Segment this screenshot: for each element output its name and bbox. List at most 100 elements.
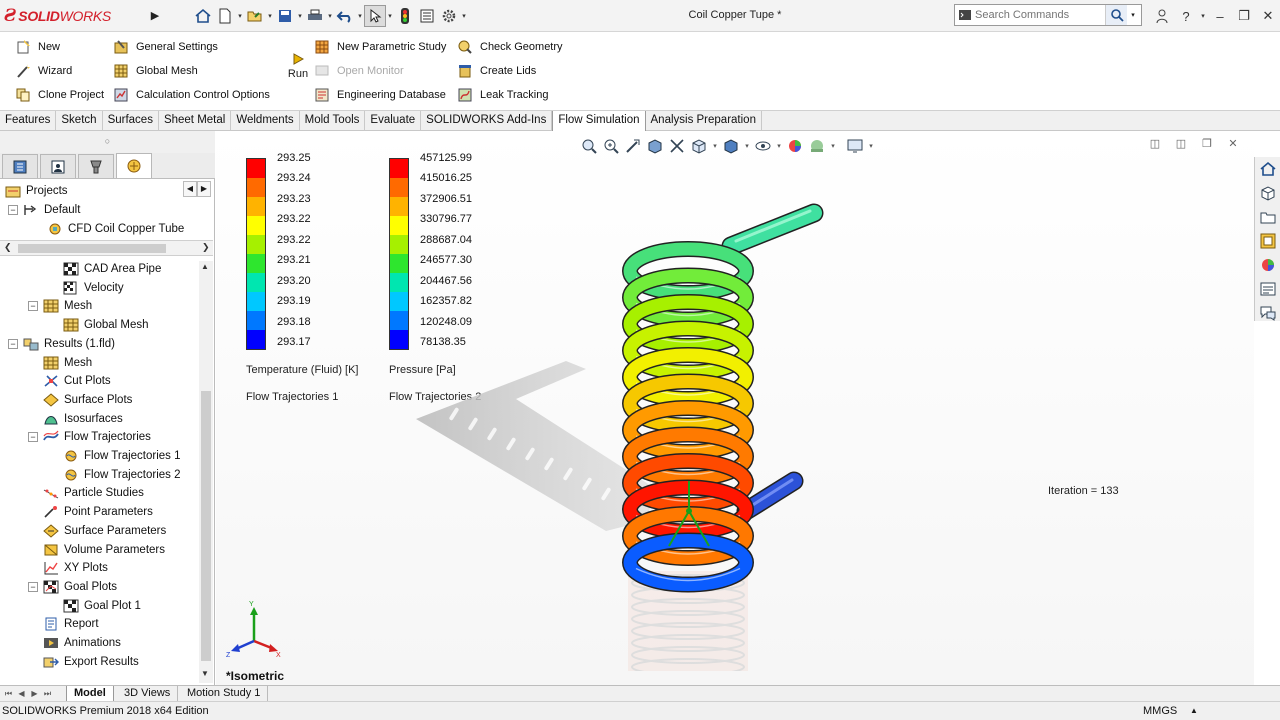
- graphics-area[interactable]: ▾ ▾ ▾ ▾ ▾ ◫ ◫ ❐ ✕ 293.25 293.24 293.23 293.…: [216, 131, 1254, 685]
- tree-expander-icon[interactable]: −: [28, 581, 38, 592]
- tree-item-xy-plots[interactable]: XY Plots: [42, 559, 108, 577]
- select-dropdown-icon[interactable]: ▾: [386, 12, 394, 20]
- new-parametric-study-button[interactable]: New Parametric Study: [313, 37, 446, 57]
- zoom-to-area-icon[interactable]: [600, 135, 622, 157]
- file-properties-icon[interactable]: [416, 5, 438, 27]
- print-icon[interactable]: [304, 5, 326, 27]
- apply-scene-icon[interactable]: [806, 135, 828, 157]
- tab-flow-simulation[interactable]: Flow Simulation: [552, 111, 646, 131]
- close-icon[interactable]: ✕: [1256, 5, 1280, 27]
- undo-icon[interactable]: [334, 5, 356, 27]
- scroll-left-icon[interactable]: ❮: [4, 242, 12, 253]
- traffic-light-icon[interactable]: [394, 5, 416, 27]
- scroll-right-icon[interactable]: ❯: [202, 242, 210, 253]
- pane-grip-icon[interactable]: ○: [0, 131, 215, 153]
- pane-scroll-right-icon[interactable]: ▶: [197, 181, 211, 197]
- tree-item-surface-parameters[interactable]: Surface Parameters: [42, 522, 166, 540]
- hide-show-dropdown-icon[interactable]: ▾: [774, 142, 784, 150]
- tab-sheet-metal[interactable]: Sheet Metal: [159, 111, 232, 131]
- tab-analysis-preparation[interactable]: Analysis Preparation: [646, 111, 762, 131]
- tree-expander-icon[interactable]: −: [8, 338, 18, 349]
- configuration-manager-tab-icon[interactable]: [78, 154, 114, 178]
- viewport-close-icon[interactable]: ✕: [1220, 135, 1246, 151]
- tree-item-volume-parameters[interactable]: Volume Parameters: [42, 541, 165, 559]
- property-manager-tab-icon[interactable]: [40, 154, 76, 178]
- custom-properties-icon[interactable]: [1256, 278, 1280, 300]
- feature-manager-tab-icon[interactable]: [2, 154, 38, 178]
- appearances-icon[interactable]: [1256, 254, 1280, 276]
- tree-item-goal-plot-1[interactable]: Goal Plot 1: [62, 597, 141, 615]
- forum-icon[interactable]: [1256, 302, 1280, 324]
- display-style-dropdown-icon[interactable]: ▾: [742, 142, 752, 150]
- search-input[interactable]: [975, 9, 1105, 21]
- tree-item-global-mesh[interactable]: Global Mesh: [62, 316, 149, 334]
- flow-simulation-tab-icon[interactable]: [116, 153, 152, 178]
- tree-item-flow-trajectories-1[interactable]: Flow Trajectories 1: [62, 447, 181, 465]
- view-orientation-icon[interactable]: [688, 135, 710, 157]
- minimize-icon[interactable]: –: [1208, 5, 1232, 27]
- unit-system-dropdown-icon[interactable]: ▲: [1190, 706, 1198, 715]
- vertical-scroll-thumb[interactable]: [201, 391, 211, 661]
- home-icon[interactable]: [192, 5, 214, 27]
- tab-surfaces[interactable]: Surfaces: [103, 111, 159, 131]
- hide-show-items-icon[interactable]: [752, 135, 774, 157]
- tab-weldments[interactable]: Weldments: [231, 111, 300, 131]
- horizontal-scroll-thumb[interactable]: [18, 244, 166, 253]
- tab-model[interactable]: Model: [66, 686, 114, 701]
- tree-item-report[interactable]: Report: [42, 615, 99, 633]
- view-settings-dropdown-icon[interactable]: ▾: [866, 142, 876, 150]
- prev-tab-icon[interactable]: ◀: [15, 687, 28, 700]
- tree-item-export-results[interactable]: Export Results: [42, 653, 139, 671]
- tree-expander-icon[interactable]: −: [28, 301, 38, 312]
- file-explorer-icon[interactable]: [1256, 206, 1280, 228]
- tree-item-point-parameters[interactable]: Point Parameters: [42, 503, 153, 521]
- edit-appearance-icon[interactable]: [784, 135, 806, 157]
- display-style-icon[interactable]: [720, 135, 742, 157]
- global-mesh-button[interactable]: Global Mesh: [112, 61, 198, 81]
- view-orientation-dropdown-icon[interactable]: ▾: [710, 142, 720, 150]
- restore-icon[interactable]: ❐: [1232, 5, 1256, 27]
- temperature-legend-subtitle[interactable]: Flow Trajectories 1: [246, 391, 338, 403]
- scroll-down-icon[interactable]: ▼: [201, 669, 209, 678]
- options-gear-icon[interactable]: [438, 5, 460, 27]
- tab-sketch[interactable]: Sketch: [56, 111, 103, 131]
- next-tab-icon[interactable]: ▶: [28, 687, 41, 700]
- run-button[interactable]: Run: [283, 45, 313, 81]
- coil-model-view[interactable]: [396, 191, 836, 671]
- open-icon[interactable]: [244, 5, 266, 27]
- new-project-button[interactable]: New: [14, 37, 60, 57]
- tree-item-flow-trajectories[interactable]: − Flow Trajectories: [28, 428, 151, 446]
- viewport-restore-icon[interactable]: ❐: [1194, 135, 1220, 151]
- calc-control-button[interactable]: Calculation Control Options: [112, 85, 270, 105]
- tab-evaluate[interactable]: Evaluate: [365, 111, 422, 131]
- tree-expander-icon[interactable]: −: [28, 432, 38, 443]
- tab-mold-tools[interactable]: Mold Tools: [300, 111, 366, 131]
- previous-view-icon[interactable]: [622, 135, 644, 157]
- tree-item-default[interactable]: − Default: [8, 201, 80, 219]
- zoom-to-fit-icon[interactable]: [578, 135, 600, 157]
- solidworks-resources-icon[interactable]: [1256, 158, 1280, 180]
- search-dropdown-icon[interactable]: ▾: [1127, 11, 1139, 19]
- tree-item-mesh[interactable]: − Mesh: [28, 297, 92, 315]
- tree-item-cfd-project[interactable]: CFD Coil Copper Tube: [46, 220, 184, 238]
- tab-motion-study-1[interactable]: Motion Study 1: [180, 686, 269, 701]
- tab-features[interactable]: Features: [0, 111, 57, 131]
- section-view-icon[interactable]: [644, 135, 666, 157]
- check-geometry-button[interactable]: Check Geometry: [456, 37, 563, 57]
- new-dropdown-icon[interactable]: ▾: [236, 12, 244, 20]
- print-dropdown-icon[interactable]: ▾: [326, 12, 334, 20]
- search-icon[interactable]: [1105, 5, 1127, 25]
- undo-dropdown-icon[interactable]: ▾: [356, 12, 364, 20]
- scroll-up-icon[interactable]: ▲: [201, 262, 209, 271]
- tab-addins[interactable]: SOLIDWORKS Add-Ins: [421, 111, 553, 131]
- tree-item-cad-area-pipe[interactable]: CAD Area Pipe: [62, 260, 161, 278]
- options-dropdown-icon[interactable]: ▾: [460, 12, 468, 20]
- tree-item-flow-trajectories-2[interactable]: Flow Trajectories 2: [62, 466, 181, 484]
- pane-scroll-left-icon[interactable]: ◀: [183, 181, 197, 197]
- menu-expand-arrow-icon[interactable]: ▶: [148, 7, 162, 25]
- last-tab-icon[interactable]: ⏭: [41, 687, 54, 700]
- view-palette-icon[interactable]: [1256, 230, 1280, 252]
- tree-item-particle-studies[interactable]: Particle Studies: [42, 484, 144, 502]
- first-tab-icon[interactable]: ⏮: [2, 687, 15, 700]
- tree-item-velocity[interactable]: Velocity: [62, 279, 124, 297]
